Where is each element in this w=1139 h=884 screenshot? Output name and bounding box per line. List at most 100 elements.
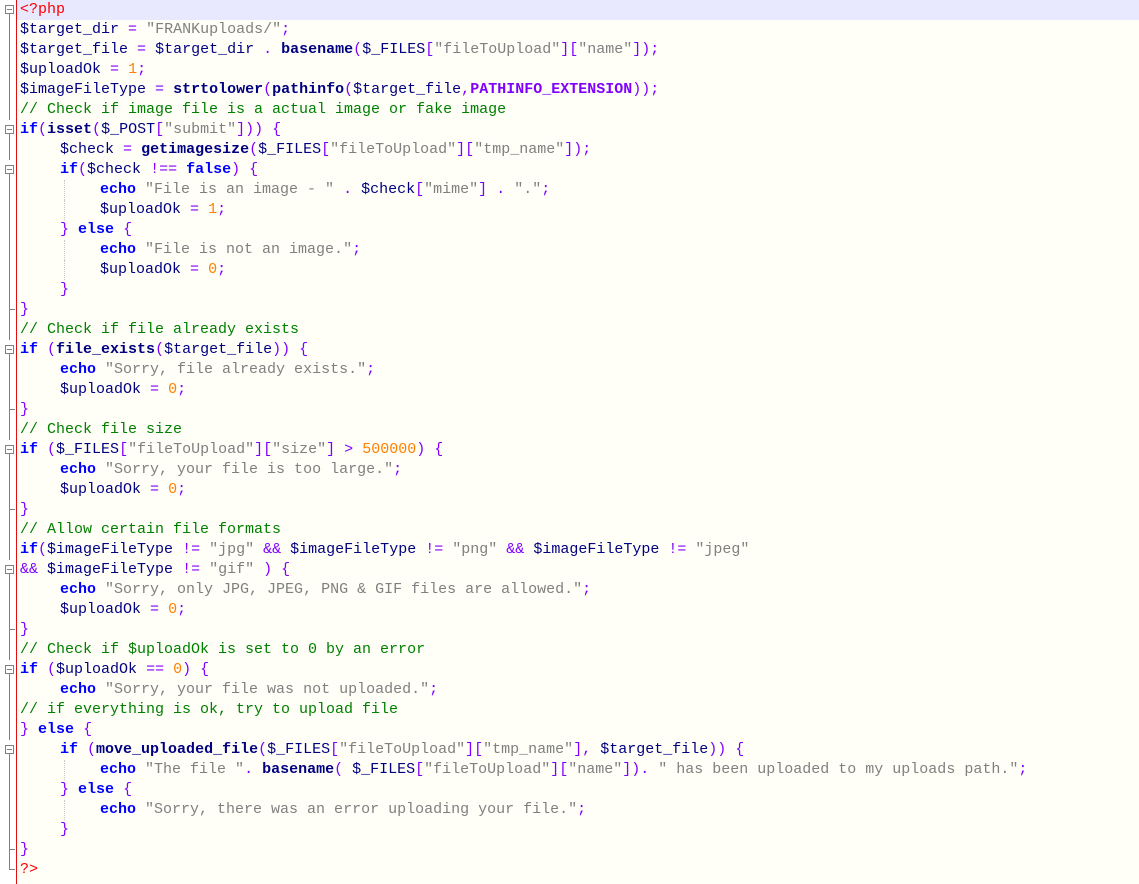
fold-line [9, 80, 10, 100]
code-line[interactable]: $uploadOk = 0; [60, 600, 186, 620]
fold-toggle-icon[interactable] [3, 440, 14, 460]
fold-line-segment [3, 800, 14, 820]
code-token-fn: basename [281, 41, 354, 58]
code-line[interactable]: echo "Sorry, your file is too large."; [60, 460, 402, 480]
fold-toggle-icon[interactable] [3, 120, 14, 140]
code-line[interactable]: // Check if image file is a actual image… [20, 100, 506, 120]
code-line[interactable]: // Allow certain file formats [20, 520, 281, 540]
code-line[interactable]: $uploadOk = 0; [100, 260, 226, 280]
code-token-op: ; [582, 581, 592, 598]
code-line[interactable]: if(isset($_POST["submit"])) { [20, 120, 281, 140]
code-line[interactable]: $target_file = $target_dir . basename($_… [20, 40, 659, 60]
code-line[interactable]: } [60, 820, 69, 840]
code-line[interactable]: echo "Sorry, your file was not uploaded.… [60, 680, 438, 700]
code-token-kw: if [60, 161, 79, 178]
code-token-var: $target_file [353, 81, 462, 98]
fold-line-segment [3, 360, 14, 380]
code-token-var: $target_dir [20, 21, 120, 38]
code-token-op: ; [177, 481, 187, 498]
code-token-op: ; [541, 181, 551, 198]
code-token-op: [ [330, 741, 340, 758]
code-line[interactable]: // Check if $uploadOk is set to 0 by an … [20, 640, 425, 660]
code-line[interactable]: } else { [60, 220, 132, 240]
code-line[interactable]: $uploadOk = 0; [60, 480, 186, 500]
code-line[interactable]: if (move_uploaded_file($_FILES["fileToUp… [60, 740, 744, 760]
code-line[interactable]: $uploadOk = 1; [100, 200, 226, 220]
code-token-op: ( [38, 121, 48, 138]
code-token-str: "mime" [424, 181, 479, 198]
fold-margin[interactable] [0, 0, 16, 884]
code-token-op: ] [478, 181, 488, 198]
code-line[interactable]: ?> [20, 860, 38, 880]
code-line[interactable]: } [20, 620, 29, 640]
fold-line [9, 180, 10, 200]
code-line[interactable]: if($check !== false) { [60, 160, 258, 180]
code-line[interactable]: } [20, 500, 29, 520]
code-line[interactable]: echo "File is not an image."; [100, 240, 361, 260]
fold-toggle-icon[interactable] [3, 160, 14, 180]
code-line[interactable]: } [20, 840, 29, 860]
code-line[interactable]: $imageFileType = strtolower(pathinfo($ta… [20, 80, 659, 100]
fold-toggle-icon[interactable] [3, 0, 14, 20]
code-token-op: ; [217, 261, 227, 278]
code-line[interactable]: if ($uploadOk == 0) { [20, 660, 209, 680]
code-editor[interactable]: <?php $target_dir = "FRANKuploads/"; $targ… [0, 0, 1139, 884]
code-line[interactable]: // Check file size [20, 420, 182, 440]
margin-border [16, 0, 17, 884]
code-line[interactable]: $uploadOk = 1; [20, 60, 146, 80]
code-token-op: ( [353, 41, 363, 58]
code-token-op: ) [182, 661, 192, 678]
fold-toggle-icon[interactable] [3, 560, 14, 580]
fold-line [9, 620, 10, 640]
code-token-kw: false [186, 161, 232, 178]
code-line[interactable]: echo "Sorry, only JPG, JPEG, PNG & GIF f… [60, 580, 591, 600]
fold-line-segment [3, 140, 14, 160]
fold-toggle-icon[interactable] [3, 740, 14, 760]
code-token-tag: <?php [20, 1, 66, 18]
code-token-op: ]); [564, 141, 592, 158]
code-line[interactable]: echo "File is an image - " . $check["mim… [100, 180, 550, 200]
code-line[interactable]: $uploadOk = 0; [60, 380, 186, 400]
code-line[interactable]: } [60, 280, 69, 300]
code-token-op: ( [47, 661, 57, 678]
code-line[interactable]: if ($_FILES["fileToUpload"]["size"] > 50… [20, 440, 443, 460]
code-line[interactable]: } else { [60, 780, 132, 800]
code-token-str: "File is not an image." [145, 241, 353, 258]
code-line[interactable]: && $imageFileType != "gif" ) { [20, 560, 290, 580]
code-line[interactable]: } else { [20, 720, 92, 740]
code-token-fn: basename [262, 761, 335, 778]
fold-line [9, 480, 10, 500]
fold-line [9, 200, 10, 220]
fold-toggle-icon[interactable] [3, 340, 14, 360]
code-line[interactable]: $check = getimagesize($_FILES["fileToUpl… [60, 140, 591, 160]
code-line[interactable]: // if everything is ok, try to upload fi… [20, 700, 398, 720]
code-token-op: ( [78, 161, 88, 178]
code-line[interactable]: <?php [20, 0, 65, 20]
code-token-kw: echo [100, 241, 137, 258]
code-line[interactable]: echo "Sorry, file already exists."; [60, 360, 375, 380]
code-line[interactable]: $target_dir = "FRANKuploads/"; [20, 20, 290, 40]
code-line[interactable]: } [20, 400, 29, 420]
code-line[interactable]: if($imageFileType != "jpg" && $imageFile… [20, 540, 749, 560]
code-line[interactable]: } [20, 300, 29, 320]
code-line[interactable]: echo "The file ". basename( $_FILES["fil… [100, 760, 1027, 780]
code-line[interactable]: echo "Sorry, there was an error uploadin… [100, 800, 586, 820]
code-token-op: } [20, 621, 30, 638]
code-token-op: } [60, 781, 70, 798]
code-line[interactable]: if (file_exists($target_file)) { [20, 340, 308, 360]
code-line[interactable]: // Check if file already exists [20, 320, 299, 340]
fold-toggle-icon[interactable] [3, 660, 14, 680]
fold-line [9, 300, 10, 320]
